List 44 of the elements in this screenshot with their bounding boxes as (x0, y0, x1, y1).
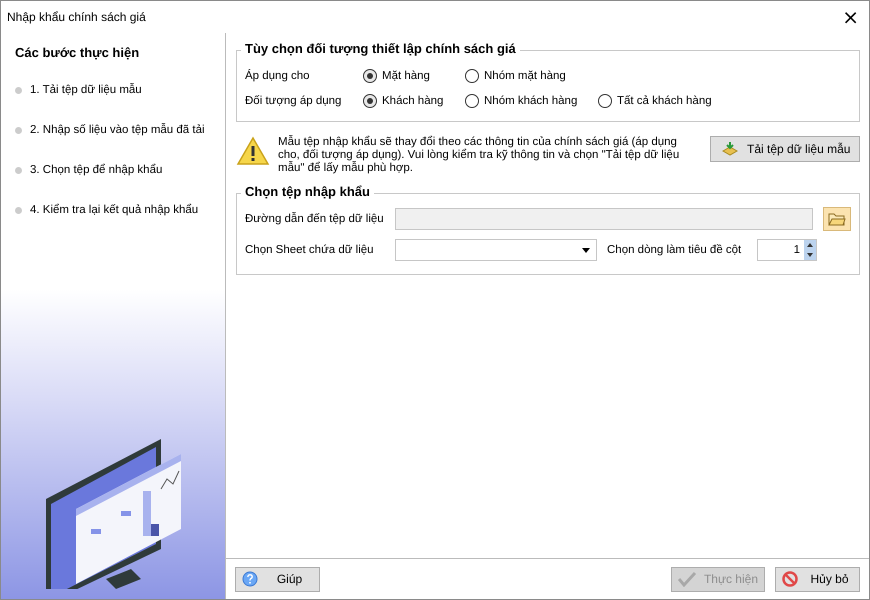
download-template-button[interactable]: Tải tệp dữ liệu mẫu (710, 136, 860, 162)
option-label: Đối tượng áp dụng (245, 94, 342, 106)
notice-text: Mẫu tệp nhập khẩu sẽ thay đổi theo các thông tin của chính sách giá (áp dụng cho, đối tượng áp dụng). Vui lòng kiểm tra kỹ thông tin và chọn "Tải tệp dữ liệu mẫu" để lấy mẫu phù hợp. (278, 136, 680, 176)
folder-icon (828, 212, 846, 226)
group-title: Tùy chọn đối tượng thiết lập chính sách giá (241, 41, 520, 56)
radio-circle[interactable] (598, 94, 612, 108)
help-button[interactable]: Giúp (235, 566, 320, 592)
browse-button[interactable] (823, 207, 851, 232)
spin-down-icon (807, 253, 813, 258)
radio-circle[interactable] (465, 94, 479, 108)
radio-circle[interactable] (465, 68, 479, 82)
dropdown-caret-icon (582, 248, 590, 253)
spin-up-icon (807, 243, 813, 248)
step-label: 1. Tải tệp dữ liệu mẫu (30, 84, 142, 96)
field-label: Đường dẫn đến tệp dữ liệu (245, 213, 385, 226)
close-button[interactable]: × (838, 7, 863, 27)
step-dot (15, 86, 22, 94)
step-label: 4. Kiểm tra lại kết quả nhập khẩu (30, 204, 198, 216)
cancel-button[interactable]: Hủy bỏ (775, 566, 860, 592)
group-title: Chọn tệp nhập khẩu (241, 184, 374, 199)
radio-circle[interactable] (363, 68, 377, 82)
radio-option[interactable]: Khách hàng (363, 94, 465, 108)
field-label: Chọn dòng làm tiêu đề cột (607, 244, 742, 256)
radio-option[interactable]: Tất cả khách hàng (598, 94, 728, 108)
step-dot (15, 206, 22, 214)
radio-option[interactable]: Nhóm mặt hàng (465, 68, 598, 82)
sidebar-title: Các bước thực hiện (14, 44, 140, 62)
step-dot (15, 166, 22, 174)
step-dot (15, 126, 22, 134)
step-label: 3. Chọn tệp để nhập khẩu (30, 164, 162, 176)
window-title: Nhập khẩu chính sách giá (7, 10, 146, 24)
radio-option[interactable]: Mặt hàng (363, 68, 465, 82)
radio-circle[interactable] (363, 94, 377, 108)
cancel-icon (782, 571, 798, 587)
file-path-field[interactable] (395, 208, 813, 230)
header-row-spinner[interactable]: 1 (757, 239, 817, 262)
option-label: Áp dụng cho (245, 70, 311, 82)
field-label: Chọn Sheet chứa dữ liệu (245, 244, 375, 256)
step-label: 2. Nhập số liệu vào tệp mẫu đã tải (30, 124, 205, 136)
checkmark-icon (678, 571, 696, 587)
radio-option[interactable]: Nhóm khách hàng (465, 94, 598, 108)
warning-icon (236, 136, 270, 166)
download-icon (721, 141, 739, 157)
help-icon (242, 571, 258, 587)
